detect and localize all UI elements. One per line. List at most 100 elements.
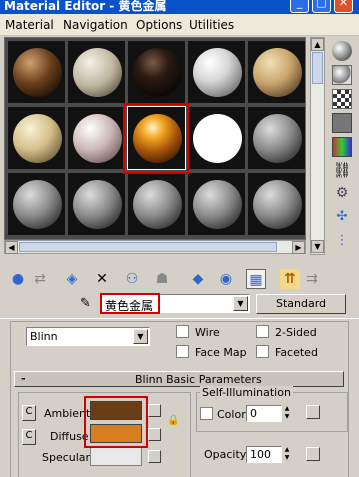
two-sided-label: 2-Sided bbox=[275, 326, 317, 339]
sample-slot[interactable] bbox=[128, 173, 185, 235]
scroll-left-arrow-icon[interactable]: ◀ bbox=[5, 241, 18, 254]
sample-slot[interactable] bbox=[248, 41, 305, 103]
sample-uv-tiling-icon[interactable] bbox=[332, 113, 352, 133]
faceted-checkbox[interactable] bbox=[256, 345, 269, 358]
material-name-input[interactable]: 黄色金属 bbox=[105, 297, 153, 314]
scroll-up-arrow-icon[interactable]: ▲ bbox=[311, 38, 324, 51]
vertical-scrollbar[interactable]: ▲ ▼ bbox=[310, 37, 325, 255]
two-sided-option[interactable]: 2-Sided bbox=[256, 325, 317, 341]
chevron-down-icon[interactable]: ▼ bbox=[233, 296, 248, 311]
sample-slot-grid bbox=[4, 37, 306, 240]
material-name-dropdown[interactable]: 黄色金属 ▼ bbox=[100, 294, 250, 313]
face-map-label: Face Map bbox=[195, 346, 247, 359]
sample-slot[interactable] bbox=[188, 173, 245, 235]
sample-slot[interactable] bbox=[188, 41, 245, 103]
opacity-field[interactable]: 100 bbox=[246, 446, 282, 463]
reset-map-icon[interactable]: ✕ bbox=[92, 269, 112, 289]
minimize-button[interactable]: _ bbox=[290, 0, 309, 13]
sample-slot[interactable] bbox=[68, 107, 125, 169]
lock-icon[interactable]: 🔒 bbox=[167, 415, 179, 429]
material-name-row: ✎ 黄色金属 ▼ Standard bbox=[0, 292, 359, 316]
material-sphere-icon bbox=[253, 114, 302, 163]
diffuse-color-swatch[interactable] bbox=[90, 424, 142, 443]
material-sphere-icon bbox=[253, 180, 302, 229]
select-by-material-icon[interactable]: ✣ bbox=[332, 209, 352, 229]
faceted-option[interactable]: Faceted bbox=[256, 345, 318, 361]
sample-slot[interactable] bbox=[68, 41, 125, 103]
wire-option[interactable]: Wire bbox=[176, 325, 220, 341]
chevron-down-icon[interactable]: ▼ bbox=[133, 329, 148, 344]
sample-type-sphere-icon[interactable] bbox=[332, 41, 352, 61]
rollout-header[interactable]: - Blinn Basic Parameters bbox=[14, 371, 344, 387]
self-illumination-map-button[interactable] bbox=[306, 405, 320, 419]
material-map-navigator-icon[interactable]: ⋮ bbox=[332, 233, 352, 253]
rollout-title: Blinn Basic Parameters bbox=[135, 373, 262, 386]
menu-material[interactable]: Material bbox=[5, 18, 54, 32]
wire-checkbox[interactable] bbox=[176, 325, 189, 338]
scroll-right-arrow-icon[interactable]: ▶ bbox=[292, 241, 305, 254]
self-illumination-color-checkbox[interactable] bbox=[200, 407, 213, 420]
maximize-button[interactable]: □ bbox=[312, 0, 331, 13]
vertical-scroll-thumb[interactable] bbox=[312, 52, 323, 84]
sample-slot[interactable] bbox=[128, 41, 185, 103]
put-to-library-icon[interactable]: ☗ bbox=[152, 269, 172, 289]
self-illumination-value-field[interactable]: 0 bbox=[246, 405, 282, 422]
menu-navigation[interactable]: Navigation bbox=[63, 18, 128, 32]
scroll-down-arrow-icon[interactable]: ▼ bbox=[311, 240, 324, 253]
lock-ambient-map-icon[interactable]: C bbox=[22, 405, 36, 421]
ambient-color-swatch[interactable] bbox=[90, 401, 142, 420]
show-map-in-viewport-icon[interactable]: ◉ bbox=[216, 269, 236, 289]
get-material-icon[interactable]: ● bbox=[8, 269, 28, 289]
material-type-button[interactable]: Standard bbox=[256, 294, 346, 314]
self-illumination-value[interactable]: 0 bbox=[250, 407, 257, 420]
rollout-toggle[interactable]: - bbox=[21, 372, 26, 385]
faceted-label: Faceted bbox=[275, 346, 318, 359]
assign-to-selection-icon[interactable]: ◈ bbox=[62, 269, 82, 289]
sample-slot[interactable] bbox=[248, 107, 305, 169]
sample-slot[interactable] bbox=[188, 107, 245, 169]
menu-bar: Material Navigation Options Utilities bbox=[0, 14, 359, 36]
pick-material-eyedropper-icon[interactable]: ✎ bbox=[80, 296, 91, 311]
title-bar: Material Editor - 黄色金属 _ □ ✕ bbox=[0, 0, 359, 14]
self-illumination-color-option[interactable]: Color bbox=[200, 407, 246, 423]
video-color-check-icon[interactable] bbox=[332, 137, 352, 157]
wire-label: Wire bbox=[195, 326, 220, 339]
sample-slot[interactable] bbox=[248, 173, 305, 235]
background-checker-icon[interactable] bbox=[332, 89, 352, 109]
sample-slot[interactable] bbox=[8, 41, 65, 103]
self-illumination-spinner[interactable]: ▲ ▼ bbox=[282, 405, 292, 422]
horizontal-scrollbar[interactable]: ◀ ▶ bbox=[4, 240, 306, 254]
go-to-parent-icon[interactable]: ⇈ bbox=[280, 269, 300, 289]
menu-options[interactable]: Options bbox=[136, 18, 182, 32]
two-sided-checkbox[interactable] bbox=[256, 325, 269, 338]
diffuse-map-button[interactable] bbox=[148, 428, 161, 441]
face-map-checkbox[interactable] bbox=[176, 345, 189, 358]
make-unique-icon[interactable]: ⚇ bbox=[122, 269, 142, 289]
ambient-map-button[interactable] bbox=[148, 404, 161, 417]
sample-slot[interactable] bbox=[8, 107, 65, 169]
options-icon[interactable]: ⚙ bbox=[332, 185, 352, 205]
specular-color-swatch[interactable] bbox=[90, 447, 142, 466]
sample-slot[interactable] bbox=[127, 106, 186, 170]
sample-slot[interactable] bbox=[8, 173, 65, 235]
specular-map-button[interactable] bbox=[148, 450, 161, 463]
put-to-scene-icon[interactable]: ⇄ bbox=[30, 269, 50, 289]
material-effects-channel-icon[interactable]: ◆ bbox=[188, 269, 208, 289]
opacity-spinner[interactable]: ▲ ▼ bbox=[282, 446, 292, 463]
opacity-value[interactable]: 100 bbox=[250, 448, 271, 461]
menu-utilities[interactable]: Utilities bbox=[189, 18, 234, 32]
sample-slot[interactable] bbox=[68, 173, 125, 235]
face-map-option[interactable]: Face Map bbox=[176, 345, 247, 361]
self-illumination-title: Self-Illumination bbox=[200, 386, 293, 399]
lock-diffuse-map-icon[interactable]: C bbox=[22, 429, 36, 445]
backlight-icon[interactable] bbox=[332, 65, 352, 85]
material-sphere-icon bbox=[13, 114, 62, 163]
show-end-result-icon[interactable]: ▦ bbox=[246, 269, 266, 289]
go-forward-to-sibling-icon[interactable]: ⇉ bbox=[302, 269, 322, 289]
opacity-map-button[interactable] bbox=[306, 447, 320, 461]
make-preview-icon[interactable]: ⛓ bbox=[332, 161, 352, 181]
shader-type-dropdown[interactable]: Blinn ▼ bbox=[26, 327, 150, 346]
material-sphere-icon bbox=[73, 114, 122, 163]
close-button[interactable]: ✕ bbox=[334, 0, 353, 13]
horizontal-scroll-thumb[interactable] bbox=[19, 242, 277, 252]
